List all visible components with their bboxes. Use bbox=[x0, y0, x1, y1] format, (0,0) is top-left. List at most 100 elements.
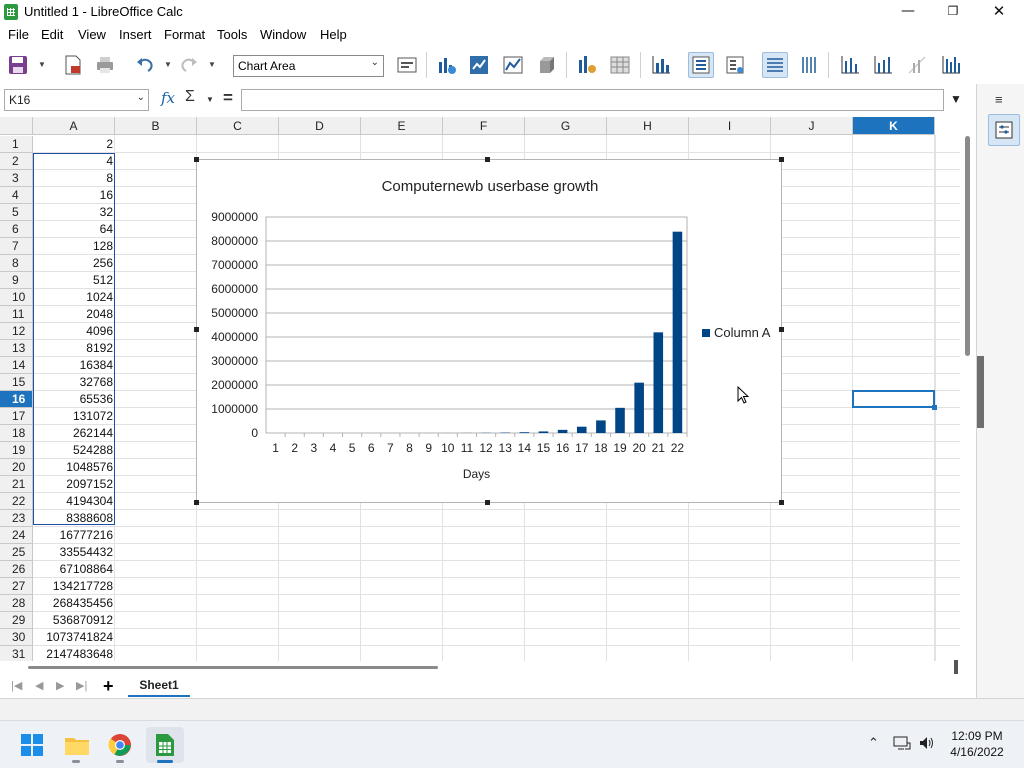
column-header-b[interactable]: B bbox=[115, 117, 197, 135]
sheet-tab-sheet1[interactable]: Sheet1 bbox=[128, 676, 190, 697]
row-header-26[interactable]: 26 bbox=[0, 561, 33, 578]
previous-sheet-icon[interactable]: ◀ bbox=[35, 679, 43, 692]
function-wizard-icon[interactable]: fx bbox=[161, 89, 175, 107]
redo-dropdown-icon[interactable]: ▼ bbox=[207, 60, 217, 70]
row-header-31[interactable]: 31 bbox=[0, 646, 33, 661]
minimize-button[interactable]: — bbox=[885, 0, 931, 24]
row-header-17[interactable]: 17 bbox=[0, 408, 33, 425]
row-header-27[interactable]: 27 bbox=[0, 578, 33, 595]
row-header-14[interactable]: 14 bbox=[0, 357, 33, 374]
chart-object[interactable]: 0 1000000 2000000 3000000 4000000 5000000 6000… bbox=[196, 159, 782, 503]
row-header-23[interactable]: 23 bbox=[0, 510, 33, 527]
menu-format[interactable]: Format bbox=[164, 27, 205, 42]
row-header-28[interactable]: 28 bbox=[0, 595, 33, 612]
row-header-7[interactable]: 7 bbox=[0, 238, 33, 255]
row-header-8[interactable]: 8 bbox=[0, 255, 33, 272]
column-header-e[interactable]: E bbox=[361, 117, 443, 135]
column-header-g[interactable]: G bbox=[525, 117, 607, 135]
menu-file[interactable]: File bbox=[8, 27, 29, 42]
horizontal-grids-icon[interactable] bbox=[762, 52, 788, 78]
row-header-24[interactable]: 24 bbox=[0, 527, 33, 544]
name-box[interactable]: K16 ⌄ bbox=[4, 89, 149, 111]
cell-a24[interactable]: 16777216 bbox=[33, 527, 115, 544]
z-axis-icon[interactable] bbox=[904, 52, 930, 78]
row-header-15[interactable]: 15 bbox=[0, 374, 33, 391]
export-pdf-icon[interactable] bbox=[60, 52, 86, 78]
column-header-i[interactable]: I bbox=[689, 117, 771, 135]
chart-legend[interactable]: Column A bbox=[702, 325, 770, 340]
cell-a26[interactable]: 67108864 bbox=[33, 561, 115, 578]
row-header-12[interactable]: 12 bbox=[0, 323, 33, 340]
expand-formula-bar-icon[interactable]: ▼ bbox=[950, 92, 962, 106]
titles-icon[interactable] bbox=[648, 52, 674, 78]
resize-handle[interactable] bbox=[779, 327, 784, 332]
data-table-icon[interactable] bbox=[607, 52, 633, 78]
resize-handle[interactable] bbox=[194, 500, 199, 505]
x-axis-icon[interactable] bbox=[837, 52, 863, 78]
cell-a25[interactable]: 33554432 bbox=[33, 544, 115, 561]
data-series-icon[interactable] bbox=[574, 52, 600, 78]
resize-handle[interactable] bbox=[194, 327, 199, 332]
network-icon[interactable] bbox=[893, 735, 911, 754]
chart-wall-icon[interactable] bbox=[466, 52, 492, 78]
menu-tools[interactable]: Tools bbox=[217, 27, 247, 42]
cell-a29[interactable]: 536870912 bbox=[33, 612, 115, 629]
resize-handle[interactable] bbox=[485, 500, 490, 505]
column-header-f[interactable]: F bbox=[443, 117, 525, 135]
volume-icon[interactable] bbox=[918, 735, 936, 754]
row-header-13[interactable]: 13 bbox=[0, 340, 33, 357]
row-header-10[interactable]: 10 bbox=[0, 289, 33, 306]
chart-title[interactable]: Computernewb userbase growth bbox=[197, 178, 783, 195]
row-header-30[interactable]: 30 bbox=[0, 629, 33, 646]
save-dropdown-icon[interactable]: ▼ bbox=[37, 60, 47, 70]
cell-a27[interactable]: 134217728 bbox=[33, 578, 115, 595]
cell-a31[interactable]: 2147483648 bbox=[33, 646, 115, 661]
clock-time[interactable]: 12:09 PM bbox=[946, 729, 1008, 743]
3d-view-icon[interactable] bbox=[534, 52, 560, 78]
vertical-scroll-thumb[interactable] bbox=[965, 136, 970, 356]
row-header-25[interactable]: 25 bbox=[0, 544, 33, 561]
maximize-button[interactable]: ❐ bbox=[930, 0, 976, 24]
cell-a30[interactable]: 1073741824 bbox=[33, 629, 115, 646]
chevron-down-icon[interactable]: ⌄ bbox=[137, 92, 145, 103]
menu-insert[interactable]: Insert bbox=[119, 27, 152, 42]
redo-icon[interactable] bbox=[176, 52, 202, 78]
formula-icon[interactable]: = bbox=[223, 88, 233, 108]
row-header-18[interactable]: 18 bbox=[0, 425, 33, 442]
vertical-grids-icon[interactable] bbox=[796, 52, 822, 78]
row-header-21[interactable]: 21 bbox=[0, 476, 33, 493]
sidebar-collapse-handle[interactable] bbox=[977, 356, 984, 428]
row-header-22[interactable]: 22 bbox=[0, 493, 33, 510]
row-header-19[interactable]: 19 bbox=[0, 442, 33, 459]
row-header-4[interactable]: 4 bbox=[0, 187, 33, 204]
row-header-16[interactable]: 16 bbox=[0, 391, 33, 408]
legend-format-icon[interactable] bbox=[722, 52, 748, 78]
windows-start-icon[interactable] bbox=[13, 727, 51, 763]
split-handle[interactable] bbox=[954, 660, 958, 674]
menu-edit[interactable]: Edit bbox=[41, 27, 63, 42]
format-selection-icon[interactable] bbox=[394, 52, 420, 78]
active-cell-cursor[interactable] bbox=[852, 390, 937, 410]
chrome-icon[interactable] bbox=[101, 727, 139, 763]
close-button[interactable]: ✕ bbox=[976, 0, 1022, 24]
row-header-5[interactable]: 5 bbox=[0, 204, 33, 221]
cell-a1[interactable]: 2 bbox=[33, 136, 115, 153]
row-header-3[interactable]: 3 bbox=[0, 170, 33, 187]
row-header-9[interactable]: 9 bbox=[0, 272, 33, 289]
column-header-h[interactable]: H bbox=[607, 117, 689, 135]
row-header-11[interactable]: 11 bbox=[0, 306, 33, 323]
cell-a28[interactable]: 268435456 bbox=[33, 595, 115, 612]
column-header-a[interactable]: A bbox=[33, 117, 115, 135]
formula-input[interactable] bbox=[241, 89, 944, 111]
column-header-d[interactable]: D bbox=[279, 117, 361, 135]
add-sheet-button[interactable]: + bbox=[103, 676, 114, 697]
sum-dropdown-icon[interactable]: ▼ bbox=[206, 95, 214, 104]
resize-handle[interactable] bbox=[779, 157, 784, 162]
last-sheet-icon[interactable]: ▶| bbox=[76, 679, 87, 692]
save-icon[interactable] bbox=[5, 52, 31, 78]
resize-handle[interactable] bbox=[485, 157, 490, 162]
clock-date[interactable]: 4/16/2022 bbox=[946, 745, 1008, 759]
first-sheet-icon[interactable]: |◀ bbox=[11, 679, 22, 692]
sidebar-menu-icon[interactable]: ≡ bbox=[995, 92, 1003, 107]
resize-handle[interactable] bbox=[779, 500, 784, 505]
